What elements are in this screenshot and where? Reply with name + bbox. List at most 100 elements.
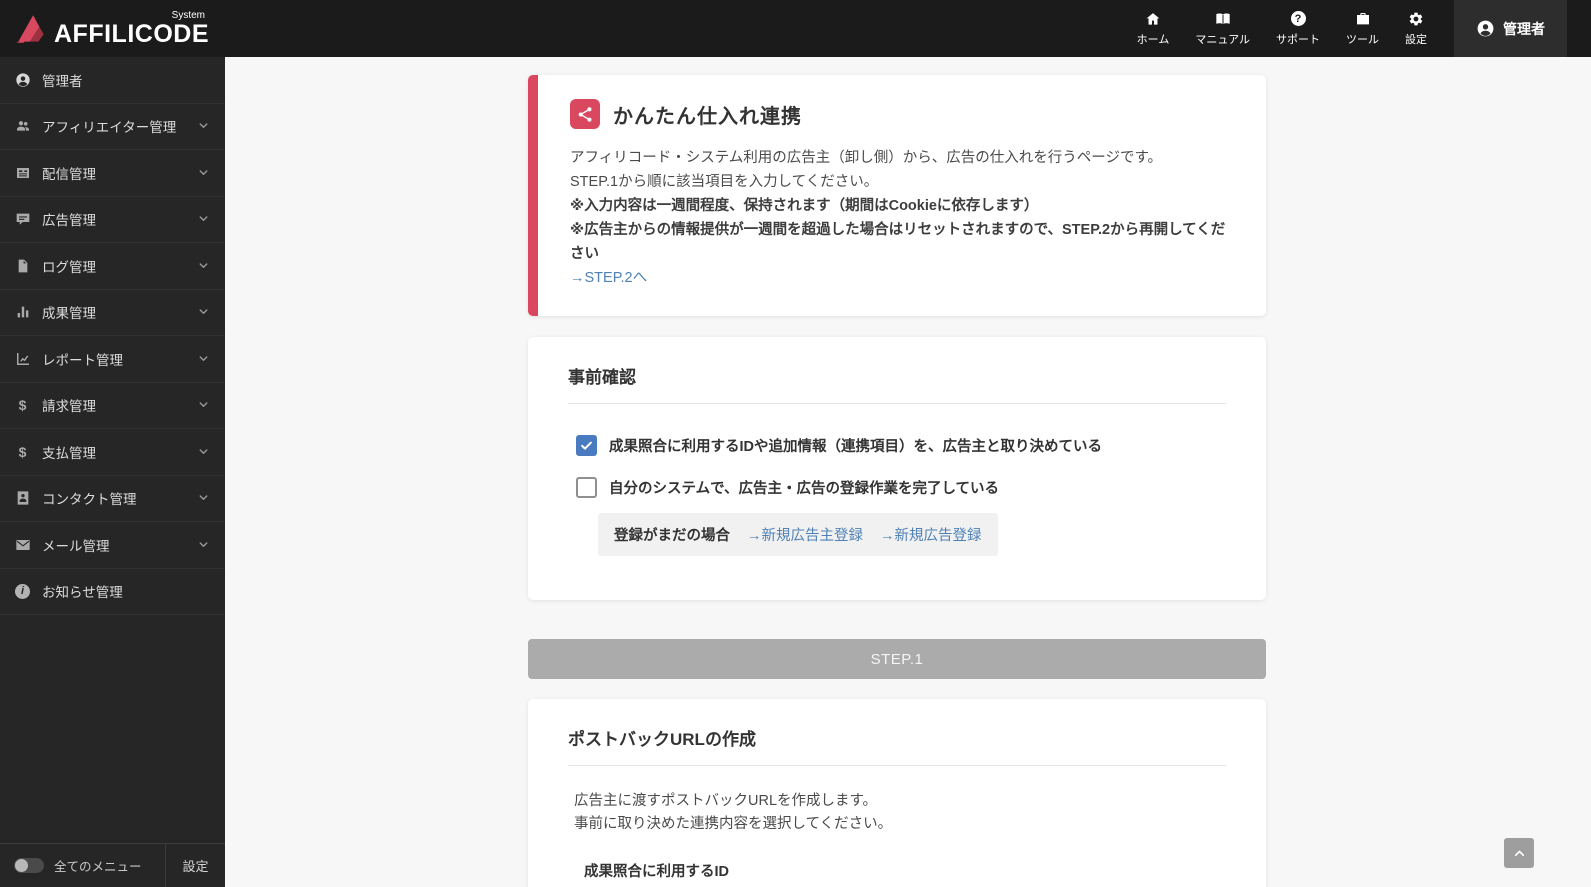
chevron-down-icon xyxy=(197,538,211,552)
new-ad-link[interactable]: →新規広告登録 xyxy=(880,524,982,545)
sidebar-footer: 全てのメニュー 設定 xyxy=(0,843,225,887)
sidebar-profile[interactable]: 管理者 xyxy=(0,57,225,104)
intro-note-line: ※入力内容は一週間程度、保持されます（期間はCookieに依存します） xyxy=(570,198,1039,214)
sidebar-item-mail[interactable]: メール管理 xyxy=(0,522,225,569)
intro-description: アフィリコード・システム利用の広告主（卸し側）から、広告の仕入れを行うページです… xyxy=(570,146,1226,290)
manual-icon xyxy=(1215,11,1231,27)
mail-icon xyxy=(14,536,31,553)
logo-text-wrap: System AFFILICODE xyxy=(54,10,209,47)
precheck-title: 事前確認 xyxy=(568,363,1226,404)
tools-icon xyxy=(1355,11,1371,27)
dollar-icon: $ xyxy=(18,397,27,414)
sidebar-item-label: お知らせ管理 xyxy=(42,585,123,601)
chevron-down-icon xyxy=(197,259,211,273)
account-menu[interactable]: 管理者 xyxy=(1454,0,1567,57)
toggle-switch[interactable] xyxy=(14,858,44,873)
step1-bar: STEP.1 xyxy=(528,639,1266,679)
sidebar-item-label: 配信管理 xyxy=(42,166,96,182)
nav-tools-label: ツール xyxy=(1346,33,1379,46)
nav-home-label: ホーム xyxy=(1136,33,1170,46)
sidebar-item-label: 広告管理 xyxy=(42,213,96,229)
sidebar-item-label: レポート管理 xyxy=(42,352,123,368)
toggle-knob xyxy=(15,859,28,872)
sidebar-settings-button[interactable]: 設定 xyxy=(165,844,225,887)
nav-settings-label: 設定 xyxy=(1405,33,1427,46)
content-column: かんたん仕入れ連携 アフィリコード・システム利用の広告主（卸し側）から、広告の仕… xyxy=(528,75,1266,887)
scroll-top-button[interactable] xyxy=(1504,838,1534,868)
sidebar-item-label: 請求管理 xyxy=(42,399,96,415)
postback-line: 広告主に渡すポストバックURLを作成します。 xyxy=(574,793,878,809)
step2-link[interactable]: →STEP.2へ xyxy=(570,270,647,286)
checkbox-id-agreement[interactable] xyxy=(576,435,597,456)
sidebar-item-label: アフィリエイター管理 xyxy=(42,120,177,136)
registration-note-prefix: 登録がまだの場合 xyxy=(614,528,730,544)
all-menu-toggle[interactable]: 全てのメニュー xyxy=(0,844,165,887)
sidebar: 管理者 アフィリエイター管理 配信管理 広告管理 ログ管理 成果管理 レポート管… xyxy=(0,57,225,887)
page-title: かんたん仕入れ連携 xyxy=(613,105,802,128)
nav-tools[interactable]: ツール xyxy=(1333,0,1392,57)
nav-support[interactable]: ? サポート xyxy=(1263,0,1333,57)
sidebar-profile-label: 管理者 xyxy=(42,73,83,89)
postback-card: ポストバックURLの作成 広告主に渡すポストバックURLを作成します。 事前に取… xyxy=(528,699,1266,887)
sidebar-item-label: ログ管理 xyxy=(42,259,96,275)
line-chart-icon xyxy=(14,350,31,367)
workflow-share-icon xyxy=(570,99,600,129)
chevron-down-icon xyxy=(197,212,211,226)
chevron-down-icon xyxy=(197,398,211,412)
user-circle-icon xyxy=(1477,20,1494,37)
sidebar-item-reports[interactable]: レポート管理 xyxy=(0,336,225,383)
precheck-card: 事前確認 成果照合に利用するIDや追加情報（連携項目）を、広告主と取り決めている… xyxy=(528,337,1266,600)
registration-note: 登録がまだの場合 →新規広告主登録 →新規広告登録 xyxy=(598,513,998,556)
sidebar-item-label: 成果管理 xyxy=(42,306,96,322)
app-logo[interactable]: System AFFILICODE xyxy=(0,10,209,48)
sidebar-item-label: 支払管理 xyxy=(42,445,96,461)
postback-description: 広告主に渡すポストバックURLを作成します。 事前に取り決めた連携内容を選択して… xyxy=(574,790,1226,836)
chevron-down-icon xyxy=(197,352,211,366)
postback-title: ポストバックURLの作成 xyxy=(568,725,1226,766)
field-label-match-id: 成果照合に利用するID xyxy=(584,864,729,880)
check-icon xyxy=(581,441,592,450)
sidebar-item-results[interactable]: 成果管理 xyxy=(0,290,225,336)
sidebar-item-ads[interactable]: 広告管理 xyxy=(0,197,225,243)
info-icon: i xyxy=(14,583,31,600)
nav-home[interactable]: ホーム xyxy=(1124,0,1183,57)
home-icon xyxy=(1145,11,1161,27)
gear-icon xyxy=(1408,11,1424,27)
sidebar-item-contacts[interactable]: コンタクト管理 xyxy=(0,476,225,522)
intro-note-line: ※広告主からの情報提供が一週間を超過した場合はリセットされますので、STEP.2… xyxy=(570,222,1226,262)
chevron-down-icon xyxy=(197,445,211,459)
file-icon xyxy=(14,257,31,274)
nav-settings[interactable]: 設定 xyxy=(1392,0,1440,57)
contact-book-icon xyxy=(14,490,31,507)
checkbox-label: 自分のシステムで、広告主・広告の登録作業を完了している xyxy=(609,481,1000,497)
sidebar-item-news[interactable]: i お知らせ管理 xyxy=(0,569,225,615)
chevron-down-icon xyxy=(197,166,211,180)
all-menu-label: 全てのメニュー xyxy=(54,860,142,874)
chevron-down-icon xyxy=(197,305,211,319)
checkbox-registration-done[interactable] xyxy=(576,477,597,498)
sidebar-item-delivery[interactable]: 配信管理 xyxy=(0,150,225,197)
intro-card: かんたん仕入れ連携 アフィリコード・システム利用の広告主（卸し側）から、広告の仕… xyxy=(528,75,1266,316)
chevron-down-icon xyxy=(197,491,211,505)
topbar: System AFFILICODE ホーム マニュアル ? サポート ツール 設… xyxy=(0,0,1591,57)
sidebar-item-billing[interactable]: $ 請求管理 xyxy=(0,383,225,429)
sidebar-item-logs[interactable]: ログ管理 xyxy=(0,243,225,290)
logo-text: AFFILICODE xyxy=(54,20,209,48)
sidebar-item-payments[interactable]: $ 支払管理 xyxy=(0,429,225,476)
checkbox-row-registration-done[interactable]: 自分のシステムで、広告主・広告の登録作業を完了している xyxy=(576,477,1226,498)
bar-chart-icon xyxy=(14,304,31,321)
main-content: かんたん仕入れ連携 アフィリコード・システム利用の広告主（卸し側）から、広告の仕… xyxy=(225,57,1591,887)
intro-title-row: かんたん仕入れ連携 xyxy=(570,99,1226,129)
nav-manual[interactable]: マニュアル xyxy=(1182,0,1263,57)
chevron-up-icon xyxy=(1514,850,1524,856)
user-circle-icon xyxy=(14,71,31,88)
checkbox-row-id-agreement[interactable]: 成果照合に利用するIDや追加情報（連携項目）を、広告主と取り決めている xyxy=(576,435,1226,456)
nav-manual-label: マニュアル xyxy=(1195,33,1250,46)
newspaper-icon xyxy=(14,164,31,181)
sidebar-item-affiliater[interactable]: アフィリエイター管理 xyxy=(0,104,225,150)
users-icon xyxy=(14,118,31,135)
new-advertiser-link[interactable]: →新規広告主登録 xyxy=(747,524,863,545)
nav-support-label: サポート xyxy=(1276,33,1320,46)
affilicode-logo-icon xyxy=(16,14,44,43)
dollar-icon: $ xyxy=(18,443,27,460)
